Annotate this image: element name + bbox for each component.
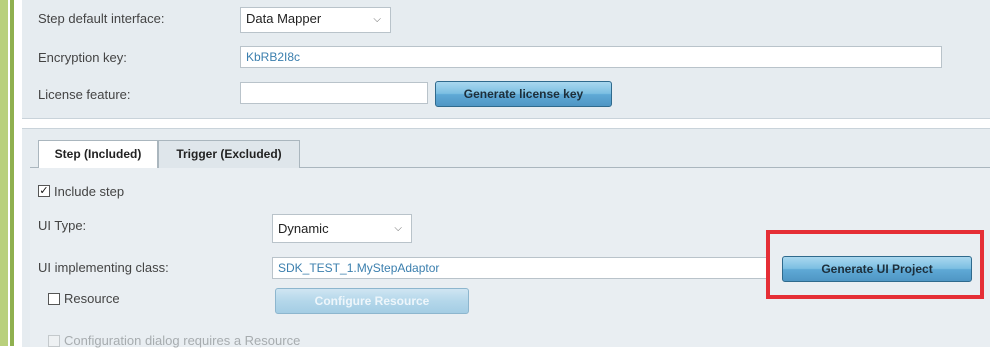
license-feature-label: License feature: [38,87,131,102]
ui-type-value: Dynamic [278,221,329,236]
checkmark-icon: ✓ [39,185,49,197]
include-step-label: Include step [54,184,125,199]
encryption-key-value: KbRB2I8c [246,50,301,64]
highlight-box [766,230,984,299]
configure-resource-button[interactable]: Configure Resource [275,288,469,314]
chevron-down-icon: ⌵ [373,14,381,25]
license-feature-field[interactable] [240,82,428,104]
step-default-interface-value: Data Mapper [246,11,322,26]
include-step-checkbox[interactable]: ✓ [38,185,50,197]
ui-implementing-class-label: UI implementing class: [38,260,169,275]
left-accent-bar-inner [10,0,14,346]
left-accent-bar [0,0,8,346]
ui-implementing-class-value: SDK_TEST_1.MyStepAdaptor [278,261,440,275]
tab-trigger-excluded[interactable]: Trigger (Excluded) [158,140,300,168]
ui-implementing-class-field[interactable]: SDK_TEST_1.MyStepAdaptor [272,257,768,279]
encryption-key-label: Encryption key: [38,50,127,65]
chevron-down-icon: ⌵ [394,223,402,234]
step-default-interface-select[interactable]: Data Mapper ⌵ [240,7,391,33]
resource-label: Resource [64,291,120,306]
generate-license-key-button[interactable]: Generate license key [435,81,612,107]
encryption-key-field[interactable]: KbRB2I8c [240,46,942,68]
tab-step-included[interactable]: Step (Included) [38,140,158,168]
ui-type-select[interactable]: Dynamic ⌵ [272,214,412,243]
step-default-interface-label: Step default interface: [38,11,165,26]
config-dialog-checkbox[interactable] [48,335,60,347]
ui-type-label: UI Type: [38,218,87,233]
resource-checkbox[interactable] [48,293,60,305]
